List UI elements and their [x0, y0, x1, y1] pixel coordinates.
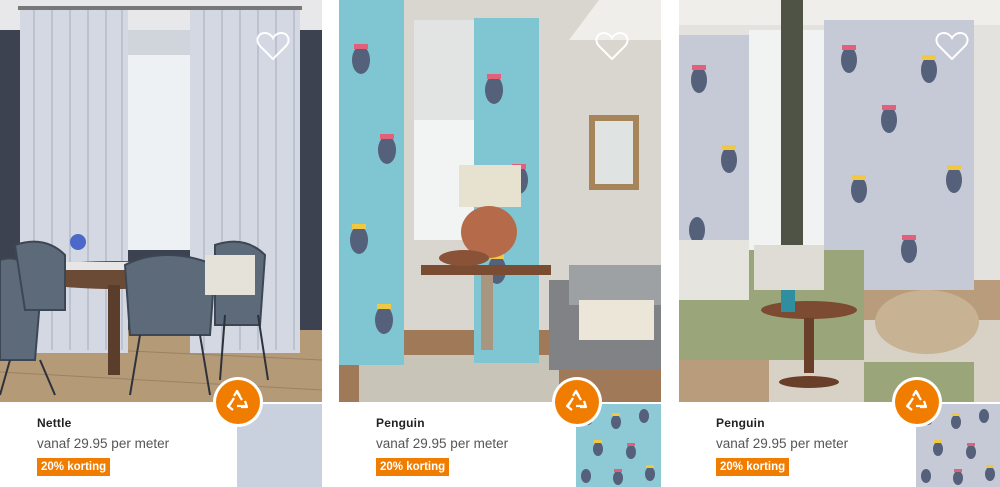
product-card-nettle[interactable]: Nettle vanaf 29.95 per meter 20% korting — [0, 0, 322, 487]
recycle-icon — [895, 380, 939, 424]
discount-badge: 20% korting — [37, 458, 111, 476]
product-name[interactable]: Nettle — [37, 416, 72, 430]
product-grid: Nettle vanaf 29.95 per meter 20% korting — [0, 0, 1000, 487]
product-photo[interactable] — [679, 0, 1000, 402]
discount-badge: 20% korting — [716, 458, 790, 476]
product-photo[interactable] — [339, 0, 661, 402]
product-photo[interactable] — [0, 0, 322, 402]
product-card-penguin-grey[interactable]: Penguin vanaf 29.95 per meter 20% kortin… — [679, 0, 1000, 487]
heart-outline-icon[interactable] — [256, 30, 290, 62]
product-price: vanaf 29.95 per meter — [37, 436, 170, 451]
product-name[interactable]: Penguin — [376, 416, 425, 430]
product-card-penguin[interactable]: Penguin vanaf 29.95 per meter 20% kortin… — [339, 0, 661, 487]
recycle-icon — [216, 380, 260, 424]
product-price: vanaf 29.95 per meter — [716, 436, 849, 451]
recycle-icon — [555, 380, 599, 424]
heart-outline-icon[interactable] — [595, 30, 629, 62]
product-name[interactable]: Penguin — [716, 416, 765, 430]
heart-outline-icon[interactable] — [935, 30, 969, 62]
product-price: vanaf 29.95 per meter — [376, 436, 509, 451]
discount-badge: 20% korting — [376, 458, 450, 476]
